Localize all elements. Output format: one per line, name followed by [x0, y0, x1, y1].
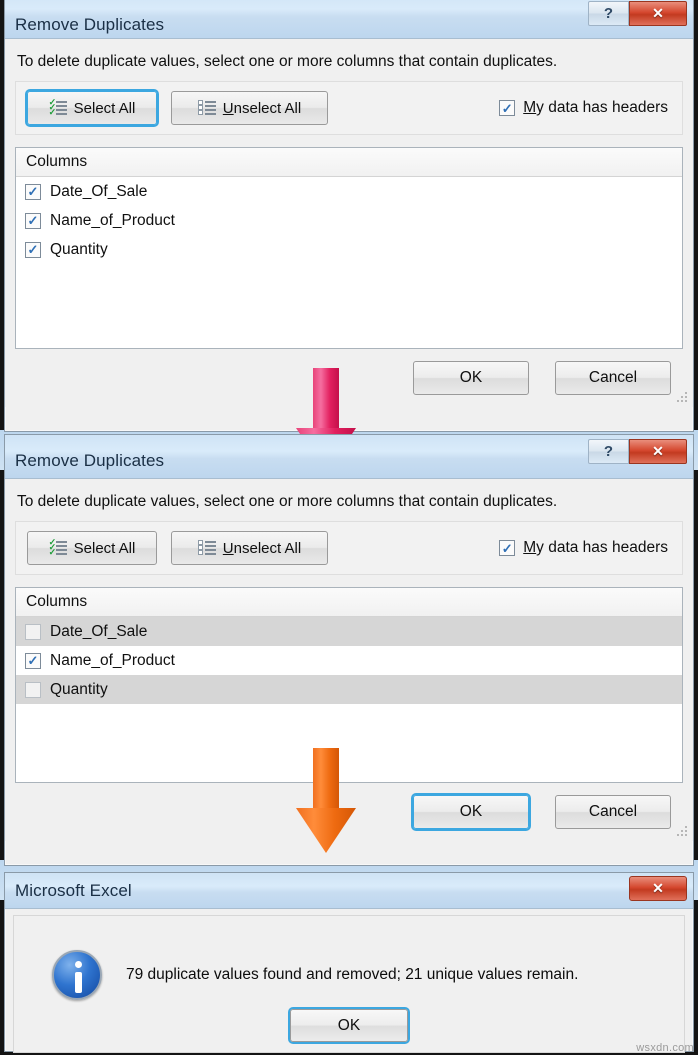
microsoft-excel-messagebox: Microsoft Excel ✕ 79 duplicate values fo…: [4, 872, 694, 1053]
cancel-button[interactable]: Cancel: [555, 361, 671, 395]
resize-grip[interactable]: [677, 392, 689, 404]
msgbox-body: 79 duplicate values found and removed; 2…: [13, 915, 685, 1053]
headers-mnemonic: M: [523, 99, 537, 116]
msgbox-titlebar[interactable]: Microsoft Excel ✕: [5, 873, 693, 909]
unselect-all-mnemonic: U: [222, 539, 234, 557]
dialog1-selection-toolbar: ✓ ✓ ✓ Select All Unselect All ✓ My data ha…: [15, 81, 683, 135]
select-all-button[interactable]: ✓ ✓ ✓ Select All: [27, 91, 157, 125]
headers-mnemonic: M: [523, 539, 537, 556]
unselect-all-label: Unselect All: [222, 539, 302, 557]
help-icon[interactable]: ?: [588, 439, 629, 464]
dialog1-instruction: To delete duplicate values, select one o…: [17, 53, 558, 70]
close-icon[interactable]: ✕: [629, 876, 687, 901]
ok-button[interactable]: OK: [413, 795, 529, 829]
my-data-has-headers-label: My data has headers: [523, 99, 668, 116]
column-checkbox[interactable]: ✓: [25, 183, 41, 200]
dialog2-titlebar[interactable]: Remove Duplicates ? ✕: [5, 435, 693, 479]
dialog1-titlebar[interactable]: Remove Duplicates ? ✕: [5, 0, 693, 39]
dialog1-body: To delete duplicate values, select one o…: [5, 39, 693, 407]
select-all-label: Select All: [73, 539, 136, 557]
unselect-all-button[interactable]: Unselect All: [171, 91, 328, 125]
column-checkbox[interactable]: [25, 623, 41, 640]
close-icon[interactable]: ✕: [629, 1, 687, 26]
pink-arrow-shaft: [313, 368, 339, 434]
column-label: Name_of_Product: [50, 651, 175, 669]
orange-down-arrow: [296, 748, 356, 853]
column-checkbox[interactable]: ✓: [25, 241, 41, 258]
info-icon: [52, 950, 102, 1000]
column-label: Date_Of_Sale: [50, 622, 148, 640]
my-data-has-headers-row[interactable]: ✓ My data has headers: [499, 539, 668, 557]
unselect-all-icon: [197, 540, 216, 556]
column-label: Name_of_Product: [50, 211, 175, 229]
list-item[interactable]: ✓ Name_of_Product: [16, 646, 682, 675]
my-data-has-headers-checkbox[interactable]: ✓: [499, 100, 516, 116]
column-checkbox[interactable]: ✓: [25, 652, 41, 669]
msgbox-window-buttons: ✕: [629, 876, 687, 901]
list-item[interactable]: ✓ Date_Of_Sale: [16, 177, 682, 206]
dialog2-title: Remove Duplicates: [15, 451, 165, 470]
close-icon[interactable]: ✕: [629, 439, 687, 464]
columns-header: Columns: [16, 148, 682, 177]
screenshot-stage: Remove Duplicates ? ✕ To delete duplicat…: [0, 0, 698, 1055]
column-label: Quantity: [50, 240, 108, 258]
unselect-all-icon: [197, 100, 216, 116]
msgbox-title: Microsoft Excel: [15, 880, 132, 900]
select-all-button[interactable]: ✓ ✓ ✓ Select All: [27, 531, 157, 565]
column-label: Date_Of_Sale: [50, 182, 148, 200]
unselect-all-mnemonic: U: [222, 99, 234, 117]
column-checkbox[interactable]: ✓: [25, 212, 41, 229]
dialog2-selection-toolbar: ✓ ✓ ✓ Select All Unselect All ✓ My data ha…: [15, 521, 683, 575]
my-data-has-headers-label: My data has headers: [523, 539, 668, 556]
dialog1-window-buttons: ? ✕: [588, 1, 687, 26]
orange-arrow-head: [296, 808, 356, 853]
unselect-all-button[interactable]: Unselect All: [171, 531, 328, 565]
dialog2-window-buttons: ? ✕: [588, 439, 687, 464]
column-label: Quantity: [50, 680, 108, 698]
my-data-has-headers-row[interactable]: ✓ My data has headers: [499, 99, 668, 117]
column-checkbox[interactable]: [25, 681, 41, 698]
unselect-all-label: Unselect All: [222, 99, 302, 117]
resize-grip[interactable]: [677, 826, 689, 838]
select-all-icon: ✓ ✓ ✓: [49, 98, 67, 117]
columns-header: Columns: [16, 588, 682, 617]
dialog2-instruction: To delete duplicate values, select one o…: [17, 493, 558, 510]
ok-button[interactable]: OK: [413, 361, 529, 395]
watermark: wsxdn.com: [636, 1042, 694, 1054]
select-all-label: Select All: [73, 99, 136, 117]
ok-button[interactable]: OK: [290, 1009, 408, 1042]
help-icon[interactable]: ?: [588, 1, 629, 26]
list-item[interactable]: Quantity: [16, 675, 682, 704]
list-item[interactable]: ✓ Name_of_Product: [16, 206, 682, 235]
cancel-button[interactable]: Cancel: [555, 795, 671, 829]
list-item[interactable]: Date_Of_Sale: [16, 617, 682, 646]
dialog1-columns-listbox[interactable]: Columns ✓ Date_Of_Sale ✓ Name_of_Product…: [15, 147, 683, 349]
orange-arrow-shaft: [313, 748, 339, 814]
select-all-icon: ✓ ✓ ✓: [49, 538, 67, 557]
msgbox-message: 79 duplicate values found and removed; 2…: [126, 966, 579, 983]
dialog1-title: Remove Duplicates: [15, 15, 165, 34]
list-item[interactable]: ✓ Quantity: [16, 235, 682, 264]
my-data-has-headers-checkbox[interactable]: ✓: [499, 540, 516, 556]
